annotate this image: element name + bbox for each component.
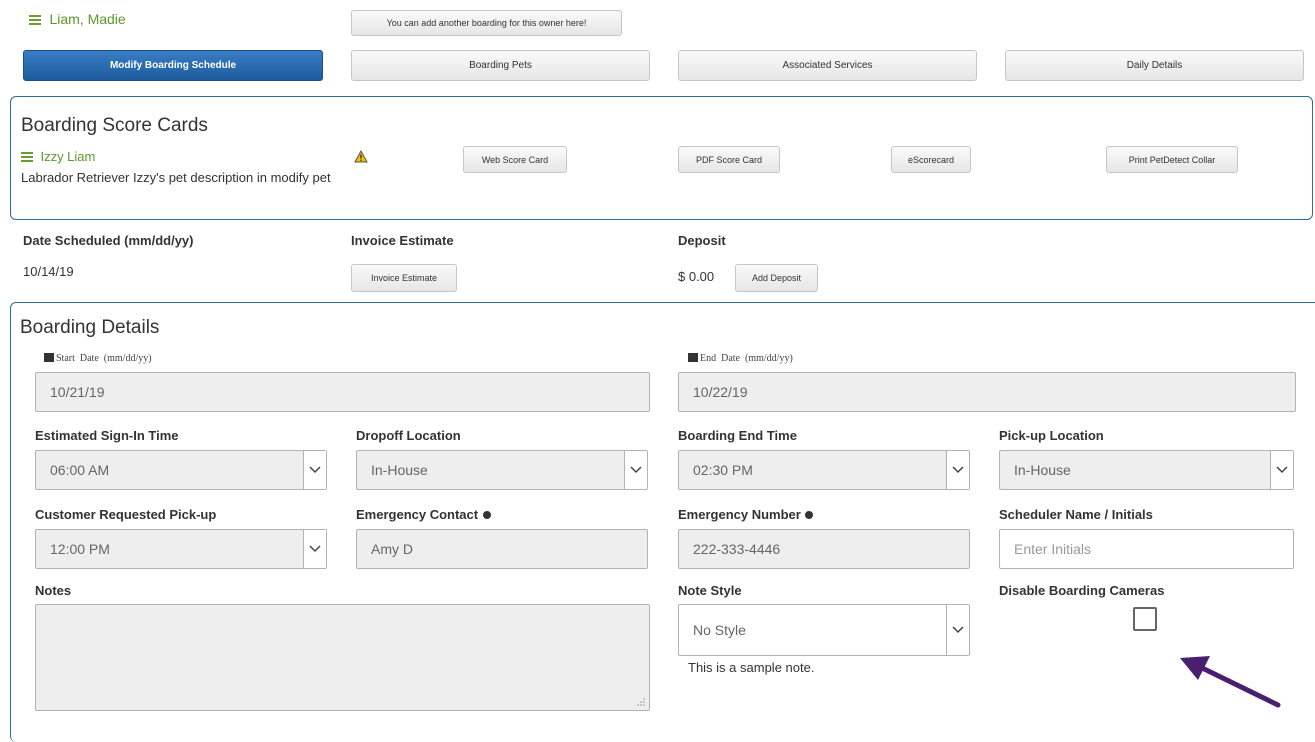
chevron-down-icon[interactable] [946,451,969,489]
notes-label: Notes [35,583,72,598]
warning-icon [354,150,368,163]
scheduler-input[interactable]: Enter Initials [999,529,1294,569]
calendar-icon [688,353,698,362]
tab-daily-details[interactable]: Daily Details [1005,50,1304,81]
chevron-down-icon[interactable] [624,451,647,489]
note-style-value: No Style [693,622,746,638]
pickup-location-value: In-House [1014,462,1071,478]
end-time-value: 02:30 PM [693,462,753,478]
menu-icon[interactable] [21,151,33,162]
dropoff-location-select[interactable]: In-House [356,450,648,490]
date-scheduled-value: 10/14/19 [23,264,74,279]
arrow-pointer-icon [1180,656,1281,708]
emergency-contact-label: Emergency Contact [356,507,492,522]
pet-description: Labrador Retriever Izzy's pet descriptio… [21,170,331,185]
pet-header: Izzy Liam [21,148,95,166]
emergency-contact-input[interactable]: Amy D [356,529,648,569]
note-style-select[interactable]: No Style [678,604,970,656]
invoice-estimate-button[interactable]: Invoice Estimate [351,264,457,292]
chevron-down-icon[interactable] [1270,451,1293,489]
end-date-input[interactable]: 10/22/19 [678,372,1296,412]
dropoff-location-label: Dropoff Location [356,428,461,443]
escorecard-button[interactable]: eScorecard [891,146,971,173]
start-date-label: Start Date (mm/dd/yy) [44,353,152,364]
owner-header: Liam, Madie [29,11,126,29]
signin-time-value: 06:00 AM [50,462,110,478]
end-time-select[interactable]: 02:30 PM [678,450,970,490]
print-collar-button[interactable]: Print PetDetect Collar [1106,146,1238,173]
end-time-label: Boarding End Time [678,428,797,443]
signin-time-select[interactable]: 06:00 AM [35,450,327,490]
score-cards-title: Boarding Score Cards [21,115,208,136]
calendar-icon [44,353,54,362]
boarding-details-title: Boarding Details [20,317,160,338]
score-cards-panel: Boarding Score Cards Izzy Liam Labrador … [10,96,1313,220]
end-date-label: End Date (mm/dd/yy) [688,353,793,364]
add-boarding-button[interactable]: You can add another boarding for this ow… [351,10,622,36]
phone-icon [482,511,491,519]
owner-name[interactable]: Liam, Madie [49,11,125,27]
pdf-score-card-button[interactable]: PDF Score Card [678,146,780,173]
phone-icon [805,511,814,519]
resize-handle-icon[interactable] [636,697,646,707]
emergency-number-input[interactable]: 222-333-4446 [678,529,970,569]
pickup-location-select[interactable]: In-House [999,450,1294,490]
note-style-label: Note Style [678,583,742,598]
disable-cameras-label: Disable Boarding Cameras [999,583,1165,598]
date-scheduled-label: Date Scheduled (mm/dd/yy) [23,233,194,248]
signin-time-label: Estimated Sign-In Time [35,428,179,443]
disable-cameras-checkbox[interactable] [1133,607,1157,631]
chevron-down-icon[interactable] [303,530,326,568]
emergency-number-label: Emergency Number [678,507,814,522]
pet-name[interactable]: Izzy Liam [40,149,95,164]
deposit-label: Deposit [678,233,726,248]
dropoff-location-value: In-House [371,462,428,478]
add-deposit-button[interactable]: Add Deposit [735,264,818,292]
deposit-value: $ 0.00 [678,269,715,284]
customer-pickup-value: 12:00 PM [50,541,110,557]
tab-modify-boarding-schedule[interactable]: Modify Boarding Schedule [23,50,323,81]
start-date-input[interactable]: 10/21/19 [35,372,650,412]
web-score-card-button[interactable]: Web Score Card [463,146,567,173]
sample-note: This is a sample note. [688,660,815,675]
notes-textarea[interactable] [35,604,650,711]
customer-pickup-select[interactable]: 12:00 PM [35,529,327,569]
tab-associated-services[interactable]: Associated Services [678,50,977,81]
chevron-down-icon[interactable] [946,605,969,655]
customer-pickup-label: Customer Requested Pick-up [35,507,217,522]
pickup-location-label: Pick-up Location [999,428,1104,443]
menu-icon[interactable] [29,14,41,25]
invoice-estimate-label: Invoice Estimate [351,233,454,248]
scheduler-label: Scheduler Name / Initials [999,507,1153,522]
tab-boarding-pets[interactable]: Boarding Pets [351,50,650,81]
chevron-down-icon[interactable] [303,451,326,489]
